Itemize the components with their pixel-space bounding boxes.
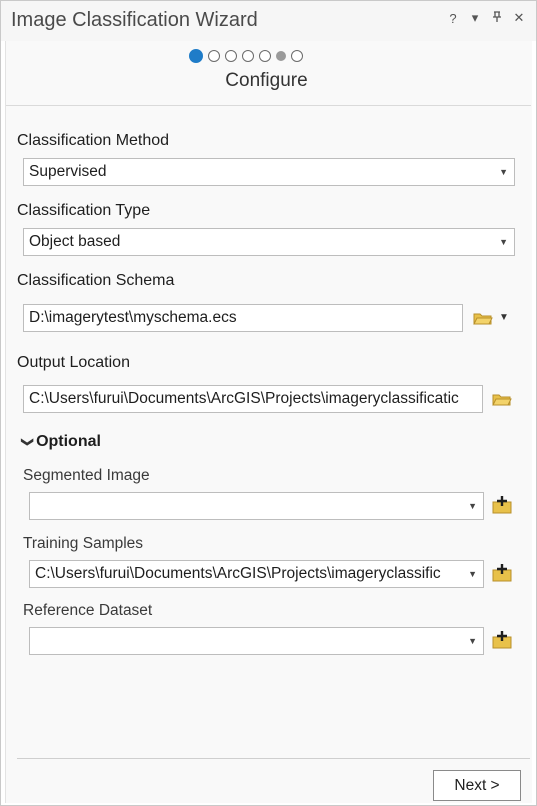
output-location-label: Output Location [17,354,130,371]
classification-schema-value: D:\imagerytest\myschema.ecs [29,309,237,326]
add-data-icon[interactable] [492,495,512,515]
step-dot-5[interactable] [259,50,271,62]
output-location-value: C:\Users\furui\Documents\ArcGIS\Projects… [29,390,459,407]
step-dot-1[interactable] [189,49,203,63]
pin-icon[interactable] [490,10,504,26]
pane-title: Image Classification Wizard [11,9,258,31]
header-divider [6,105,531,106]
classification-method-label: Classification Method [17,132,170,149]
classification-type-label: Classification Type [17,202,151,219]
dropdown-caret-icon: ▼ [468,501,477,511]
training-samples-label: Training Samples [23,535,144,552]
classification-type-value: Object based [29,233,121,250]
output-location-input[interactable]: C:\Users\furui\Documents\ArcGIS\Projects… [23,385,483,413]
browse-folder-icon[interactable] [473,311,493,325]
step-dot-7[interactable] [291,50,303,62]
title-bar-icons: ? ▾ ✕ [446,10,526,26]
step-dot-2[interactable] [208,50,220,62]
browse-folder-icon[interactable] [492,392,512,406]
classification-type-select[interactable]: Object based ▼ [23,228,515,256]
dropdown-caret-icon: ▼ [468,569,477,579]
dropdown-caret-icon: ▼ [499,167,508,177]
step-indicator [189,49,303,63]
step-dot-4[interactable] [242,50,254,62]
optional-section-toggle[interactable]: ❯Optional [21,433,101,451]
step-dot-3[interactable] [225,50,237,62]
help-icon[interactable]: ? [446,11,460,26]
next-button[interactable]: Next > [433,770,521,801]
add-data-icon[interactable] [492,563,512,583]
chevron-down-icon: ❯ [21,436,36,448]
segmented-image-label: Segmented Image [23,467,150,484]
optional-section-label: Optional [36,433,101,450]
training-samples-select[interactable]: C:\Users\furui\Documents\ArcGIS\Projects… [29,560,484,588]
wizard-content [5,41,532,803]
footer-divider [17,758,530,759]
schema-options-chevron-icon[interactable]: ▼ [499,312,509,323]
wizard-pane: Image Classification Wizard ? ▾ ✕ Config… [0,0,537,806]
reference-dataset-select[interactable]: ▼ [29,627,484,655]
training-samples-value: C:\Users\furui\Documents\ArcGIS\Projects… [35,565,441,582]
step-dot-6[interactable] [276,51,286,61]
dropdown-caret-icon: ▼ [468,636,477,646]
dropdown-caret-icon: ▼ [499,237,508,247]
add-data-icon[interactable] [492,630,512,650]
title-bar: Image Classification Wizard ? ▾ ✕ [1,1,536,41]
classification-schema-label: Classification Schema [17,272,175,289]
classification-schema-input[interactable]: D:\imagerytest\myschema.ecs [23,304,463,332]
step-title: Configure [225,70,308,91]
classification-method-value: Supervised [29,163,107,180]
reference-dataset-label: Reference Dataset [23,602,153,619]
segmented-image-select[interactable]: ▼ [29,492,484,520]
chevron-down-icon[interactable]: ▾ [468,10,482,26]
classification-method-select[interactable]: Supervised ▼ [23,158,515,186]
close-icon[interactable]: ✕ [512,10,526,26]
